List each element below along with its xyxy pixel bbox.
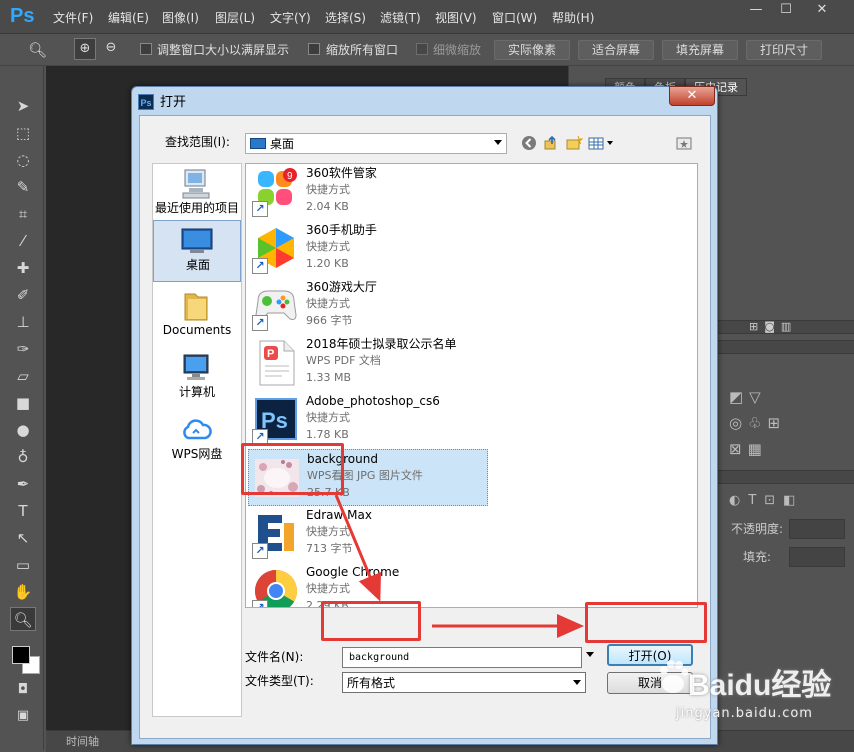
annotation-arrows	[334, 494, 584, 638]
baidu-paw-icon	[660, 660, 688, 693]
watermark-url: jingyan.baidu.com	[676, 706, 813, 721]
watermark-brand: Baidu经验	[688, 669, 832, 702]
baidu-watermark: Baidu经验 jingyan.baidu.com	[654, 652, 854, 732]
